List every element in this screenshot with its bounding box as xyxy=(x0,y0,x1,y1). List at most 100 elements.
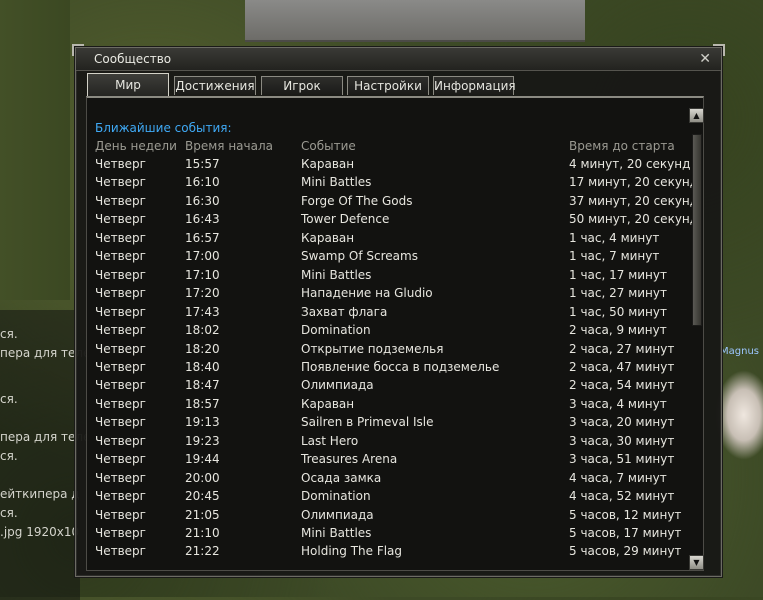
event-time-to-start: 5 часов, 29 минут xyxy=(569,544,682,559)
column-header-event: Событие xyxy=(301,139,356,153)
event-time-to-start: 2 часа, 9 минут xyxy=(569,323,667,338)
event-name: Появление босса в подземелье xyxy=(301,359,500,374)
table-row: Четверг 17:20 Нападение на Gludio 1 час, 27… xyxy=(87,286,687,304)
table-row: Четверг 17:10 Mini Battles 1 час, 17 минут xyxy=(87,268,687,286)
tab-world[interactable]: Мир xyxy=(87,73,169,96)
table-row: Четверг 19:44 Treasures Arena 3 часа, 51 ми… xyxy=(87,452,687,470)
event-time-to-start: 1 час, 17 минут xyxy=(569,267,667,282)
close-icon[interactable]: ✕ xyxy=(699,48,711,70)
event-day: Четверг xyxy=(95,544,146,559)
scroll-down-icon[interactable]: ▼ xyxy=(689,555,704,570)
background-stone-tile xyxy=(245,0,585,42)
scroll-up-icon[interactable]: ▲ xyxy=(689,108,704,123)
event-day: Четверг xyxy=(95,323,146,338)
event-name: Захват флага xyxy=(301,304,388,319)
window-titlebar[interactable]: Сообщество ✕ xyxy=(76,48,721,71)
event-start-time: 21:22 xyxy=(185,544,220,559)
character-name: Magnus xyxy=(720,346,759,357)
table-row: Четверг 15:57 Караван 4 минут, 20 секунд xyxy=(87,157,690,175)
chat-panel: ся. пера для теле ся. пера для теле ся. … xyxy=(0,310,90,600)
event-name: Нападение на Gludio xyxy=(301,286,433,301)
event-day: Четверг xyxy=(95,415,146,430)
tab-information[interactable]: Информация xyxy=(433,76,516,95)
event-time-to-start: 50 минут, 20 секунд xyxy=(569,212,699,227)
event-name: Олимпиада xyxy=(301,507,374,522)
event-start-time: 16:30 xyxy=(185,193,220,208)
table-row: Четверг 21:22 Holding The Flag 5 часов, 29 … xyxy=(87,544,687,562)
event-start-time: 17:20 xyxy=(185,286,220,301)
table-row: Четверг 16:57 Караван 1 час, 4 минут xyxy=(87,231,687,249)
table-row: Четверг 18:57 Караван 3 часа, 4 минут xyxy=(87,397,687,415)
event-time-to-start: 3 часа, 20 минут xyxy=(569,415,675,430)
section-title: Ближайшие события: xyxy=(95,121,232,135)
event-day: Четверг xyxy=(95,452,146,467)
table-row: Четверг 16:10 Mini Battles 17 минут, 20 сек… xyxy=(87,175,698,193)
tab-achievements[interactable]: Достижения xyxy=(174,76,256,95)
scroll-track[interactable] xyxy=(692,124,702,554)
event-day: Четверг xyxy=(95,526,146,540)
character-figure xyxy=(715,370,763,460)
background-grass xyxy=(0,0,70,300)
event-day: Четверг xyxy=(95,212,146,227)
event-start-time: 19:13 xyxy=(185,415,220,430)
event-name: Swamp Of Screams xyxy=(301,249,418,264)
event-name: Holding The Flag xyxy=(301,544,403,559)
event-start-time: 18:20 xyxy=(185,341,220,356)
event-start-time: 18:40 xyxy=(185,359,220,374)
event-name: Караван xyxy=(301,396,355,411)
event-name: Tower Defence xyxy=(301,212,390,227)
event-name: Караван xyxy=(301,157,355,171)
event-start-time: 16:57 xyxy=(185,230,220,245)
event-name: Treasures Arena xyxy=(301,452,398,467)
event-time-to-start: 4 часа, 52 минут xyxy=(569,489,675,504)
event-start-time: 21:10 xyxy=(185,526,220,540)
chat-line: ся. xyxy=(0,392,18,406)
chat-line: ся. xyxy=(0,449,18,463)
event-start-time: 17:00 xyxy=(185,249,220,264)
event-start-time: 19:23 xyxy=(185,433,220,448)
tab-player[interactable]: Игрок xyxy=(261,76,343,95)
chat-line: ся. xyxy=(0,506,18,520)
column-header-time-to-start: Время до старта xyxy=(569,139,675,153)
table-row: Четверг 17:43 Захват флага 1 час, 50 минут xyxy=(87,305,687,323)
event-time-to-start: 2 часа, 54 минут xyxy=(569,378,675,393)
column-header-start-time: Время начала xyxy=(185,139,273,153)
table-row: Четверг 21:05 Олимпиада 5 часов, 12 минут xyxy=(87,508,687,526)
table-row: Четверг 20:45 Domination 4 часа, 52 минут xyxy=(87,489,687,507)
event-name: Караван xyxy=(301,230,355,245)
table-row: Четверг 19:23 Last Hero 3 часа, 30 минут xyxy=(87,434,687,452)
event-time-to-start: 2 часа, 27 минут xyxy=(569,341,675,356)
event-name: Forge Of The Gods xyxy=(301,193,413,208)
event-day: Четверг xyxy=(95,378,146,393)
events-panel: Ближайшие события: День недели Время нач… xyxy=(86,96,704,571)
event-day: Четверг xyxy=(95,267,146,282)
event-start-time: 16:10 xyxy=(185,175,220,190)
table-row: Четверг 18:20 Открытие подземелья 2 часа, 2… xyxy=(87,342,687,360)
event-name: Mini Battles xyxy=(301,175,372,190)
event-start-time: 17:43 xyxy=(185,304,220,319)
event-day: Четверг xyxy=(95,433,146,448)
event-start-time: 17:10 xyxy=(185,267,220,282)
event-start-time: 21:05 xyxy=(185,507,220,522)
event-time-to-start: 5 часов, 12 минут xyxy=(569,507,682,522)
event-start-time: 18:02 xyxy=(185,323,220,338)
event-time-to-start: 5 часов, 17 минут xyxy=(569,526,682,540)
event-name: Domination xyxy=(301,489,371,504)
event-day: Четверг xyxy=(95,230,146,245)
table-row: Четверг 18:40 Появление босса в подземелье… xyxy=(87,360,687,378)
scrollbar[interactable]: ▲ ▼ xyxy=(689,108,705,570)
scroll-thumb[interactable] xyxy=(692,134,702,326)
tab-settings[interactable]: Настройки xyxy=(347,76,429,95)
event-name: Олимпиада xyxy=(301,378,374,393)
chat-line: ся. xyxy=(0,327,18,341)
event-time-to-start: 1 час, 4 минут xyxy=(569,230,660,245)
table-row: Четверг 18:02 Domination 2 часа, 9 минут xyxy=(87,323,687,341)
table-row: Четверг 18:47 Олимпиада 2 часа, 54 минут xyxy=(87,378,687,396)
event-name: Осада замка xyxy=(301,470,382,485)
event-time-to-start: 37 минут, 20 секунд xyxy=(569,193,699,208)
event-day: Четверг xyxy=(95,507,146,522)
event-name: Mini Battles xyxy=(301,267,372,282)
event-day: Четверг xyxy=(95,286,146,301)
event-time-to-start: 4 часа, 7 минут xyxy=(569,470,667,485)
event-day: Четверг xyxy=(95,341,146,356)
